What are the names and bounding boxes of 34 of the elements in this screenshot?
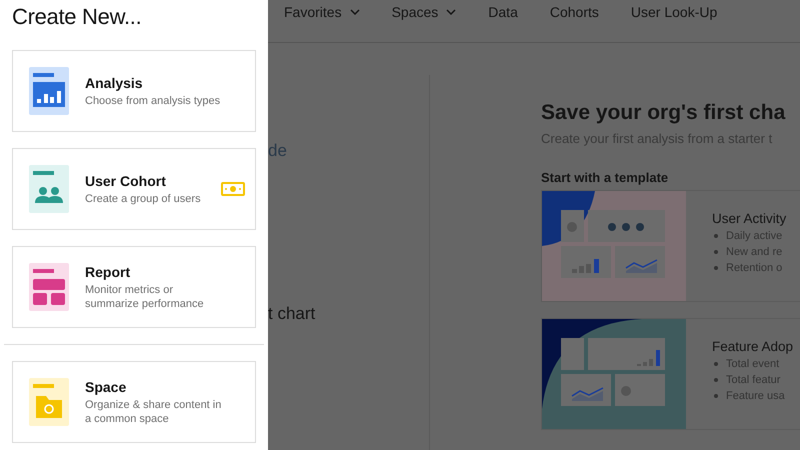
- option-description: Organize & share content in a common space: [85, 398, 222, 426]
- nav-item[interactable]: User Look-Up: [630, 4, 718, 20]
- create-option-card[interactable]: Space Organize & share content in a common space: [12, 361, 256, 443]
- hero-title: Save your org's first cha: [541, 101, 786, 125]
- bullet-icon: [714, 234, 718, 238]
- option-description: Create a group of users: [85, 192, 202, 206]
- drawer-title: Create New...: [12, 4, 142, 30]
- template-title: User Activity: [712, 211, 786, 226]
- bullet-icon: [714, 250, 718, 254]
- bullet-icon: [714, 362, 718, 366]
- create-option-card[interactable]: User Cohort Create a group of users: [12, 148, 256, 230]
- option-title: Report: [85, 264, 132, 280]
- option-title: Space: [85, 378, 128, 394]
- cut-text: de: [268, 141, 288, 161]
- nav-item[interactable]: Cohorts: [550, 4, 599, 20]
- bar-chart-icon: [29, 67, 69, 115]
- create-option-card[interactable]: Analysis Choose from analysis types: [12, 50, 256, 132]
- create-option-card[interactable]: Report Monitor metrics or summarize performance: [12, 246, 256, 328]
- cut-text: t chart: [268, 304, 316, 324]
- template-title: Feature Adop: [712, 339, 794, 354]
- bullet-icon: [714, 394, 718, 398]
- bullet-icon: [714, 378, 718, 382]
- folder-icon: [29, 378, 69, 426]
- people-icon: [29, 165, 69, 213]
- bullet-icon: [714, 266, 718, 270]
- nav-item[interactable]: Spaces: [392, 4, 456, 20]
- option-description: Monitor metrics or summarize performance: [85, 282, 205, 310]
- option-title: User Cohort: [85, 172, 167, 188]
- templates-heading: Start with a template: [541, 170, 670, 185]
- option-title: Analysis: [85, 74, 144, 90]
- nav-item[interactable]: Favorites: [284, 4, 360, 20]
- option-description: Choose from analysis types: [85, 94, 222, 108]
- layout-icon: [29, 263, 69, 311]
- nav-item[interactable]: Data: [488, 4, 518, 20]
